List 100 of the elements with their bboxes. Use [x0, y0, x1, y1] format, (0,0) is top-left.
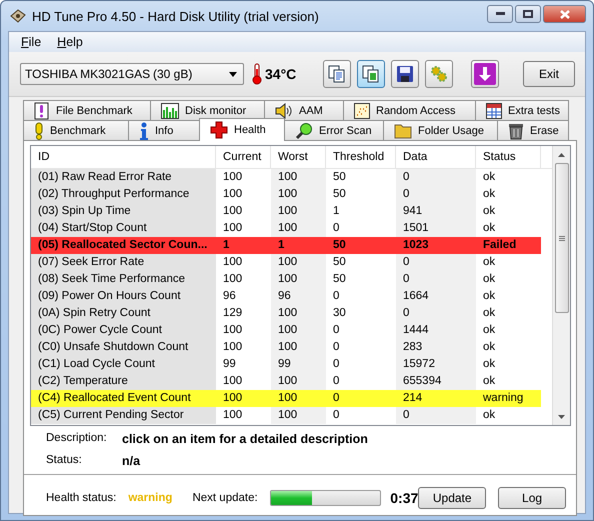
column-header[interactable]: Status [476, 146, 541, 168]
table-cell: (04) Start/Stop Count [31, 220, 216, 237]
tab[interactable]: Folder Usage [383, 120, 498, 140]
copy-screenshot-button[interactable] [357, 60, 385, 88]
table-cell: 283 [396, 339, 476, 356]
speaker-icon [275, 102, 293, 118]
table-cell: 0 [396, 254, 476, 271]
close-button[interactable] [543, 5, 586, 23]
table-cell-text: Failed [482, 238, 518, 253]
table-cell-text: ok [482, 374, 496, 389]
table-cell: 96 [271, 288, 326, 305]
table-icon [486, 102, 502, 118]
exit-button[interactable]: Exit [523, 61, 575, 87]
grip-icon [558, 236, 564, 240]
table-cell-text: ok [482, 187, 496, 202]
table-cell: 15972 [396, 356, 476, 373]
log-button[interactable]: Log [498, 486, 566, 508]
table-cell-text: (05) Reallocated Sector Coun... [37, 238, 208, 253]
table-cell-text: ok [482, 204, 496, 219]
table-cell-text: 50 [332, 238, 347, 253]
table-cell: 100 [271, 220, 326, 237]
table-cell-text: ok [482, 272, 496, 287]
copy-icon [328, 65, 346, 83]
table-cell-text: 100 [222, 170, 244, 185]
tab[interactable]: Erase [497, 120, 569, 140]
dropdown-arrow-icon [229, 72, 237, 76]
table-cell-text: 100 [222, 323, 244, 338]
table-cell-text: 100 [222, 187, 244, 202]
close-icon [560, 10, 570, 18]
options-button[interactable] [425, 60, 453, 88]
table-cell-text: 100 [277, 391, 298, 406]
maximize-button[interactable] [515, 5, 541, 23]
table-cell-text: 129 [222, 306, 244, 321]
table-cell-text: 100 [222, 408, 244, 423]
table-cell-text: 100 [222, 221, 244, 236]
save-button[interactable] [391, 60, 419, 88]
table-cell-text: 1 [222, 238, 230, 253]
scrollbar[interactable] [552, 146, 570, 425]
table-cell-text: 0 [332, 408, 340, 423]
tab[interactable]: File Benchmark [23, 100, 151, 120]
tab[interactable]: Error Scan [284, 120, 384, 140]
tab[interactable]: Health [199, 118, 285, 141]
menu-item[interactable]: Help [49, 35, 91, 49]
column-header[interactable]: Current [216, 146, 271, 168]
scroll-up-icon [558, 152, 565, 156]
info-icon [139, 122, 149, 140]
menu-item[interactable]: File [13, 35, 50, 49]
table-cell: 1664 [396, 288, 476, 305]
tab[interactable]: Random Access [343, 100, 476, 120]
table-cell-text: ok [482, 221, 496, 236]
minimize-button[interactable] [487, 5, 513, 23]
table-cell: 1501 [396, 220, 476, 237]
exclamation-icon [34, 122, 44, 140]
table-cell: 100 [271, 407, 326, 424]
table-cell: (C5) Current Pending Sector [31, 407, 216, 424]
table-cell: 1444 [396, 322, 476, 339]
table-cell-text: 0 [332, 221, 340, 236]
highlighted-row[interactable]: (C4) Reallocated Event Count 100 100 0 214 warning [31, 390, 541, 407]
table-cell: 100 [271, 305, 326, 322]
table-cell-text: ok [482, 340, 496, 355]
table-cell: 100 [271, 373, 326, 390]
table-cell: 0 [396, 407, 476, 424]
field-value: click on an item for a detailed description [122, 432, 369, 448]
update-button[interactable]: Update [418, 486, 486, 508]
column-header[interactable]: Threshold [326, 146, 396, 168]
table-cell: (09) Power On Hours Count [31, 288, 216, 305]
highlighted-row[interactable]: (05) Reallocated Sector Coun... 1 1 50 1023 Failed [31, 237, 541, 254]
table-cell-text: ok [482, 306, 496, 321]
tab[interactable]: Extra tests [475, 100, 569, 120]
tab[interactable]: Info [128, 120, 200, 140]
minimize-icon [496, 12, 504, 16]
table-cell-text: 96 [222, 289, 237, 304]
table-cell: (C0) Unsafe Shutdown Count [31, 339, 216, 356]
field-label: Next update: [192, 492, 258, 504]
table-cell-text: 0 [332, 391, 340, 406]
table-cell: 100 [271, 203, 326, 220]
table-cell-text: 1 [332, 204, 340, 219]
column-header[interactable]: Data [396, 146, 476, 168]
table-cell: 100 [271, 339, 326, 356]
maximize-icon [523, 10, 533, 18]
copy-text-button[interactable] [323, 60, 351, 88]
countdown-timer: 0:37 [390, 490, 418, 506]
tab[interactable]: AAM [264, 100, 344, 120]
table-cell-text: 100 [222, 340, 244, 355]
column-header[interactable]: Worst [271, 146, 326, 168]
tab[interactable]: Disk monitor [150, 100, 265, 120]
table-cell-text: 0 [332, 289, 340, 304]
field-label: Health status: [46, 492, 116, 504]
table-cell-text: 0 [332, 340, 340, 355]
column-header[interactable]: ID [31, 146, 216, 168]
table-cell-text: ok [482, 289, 496, 304]
table-cell: 0 [396, 169, 476, 186]
table-cell: (02) Throughput Performance [31, 186, 216, 203]
tab[interactable]: Benchmark [23, 120, 129, 140]
table-cell-text: 0 [332, 374, 340, 389]
drive-dropdown[interactable]: TOSHIBA MK3021GAS (30 gB) [20, 63, 244, 85]
download-button[interactable] [471, 60, 499, 88]
document-icon [34, 102, 50, 120]
table-cell: 99 [271, 356, 326, 373]
table-cell: 941 [396, 203, 476, 220]
